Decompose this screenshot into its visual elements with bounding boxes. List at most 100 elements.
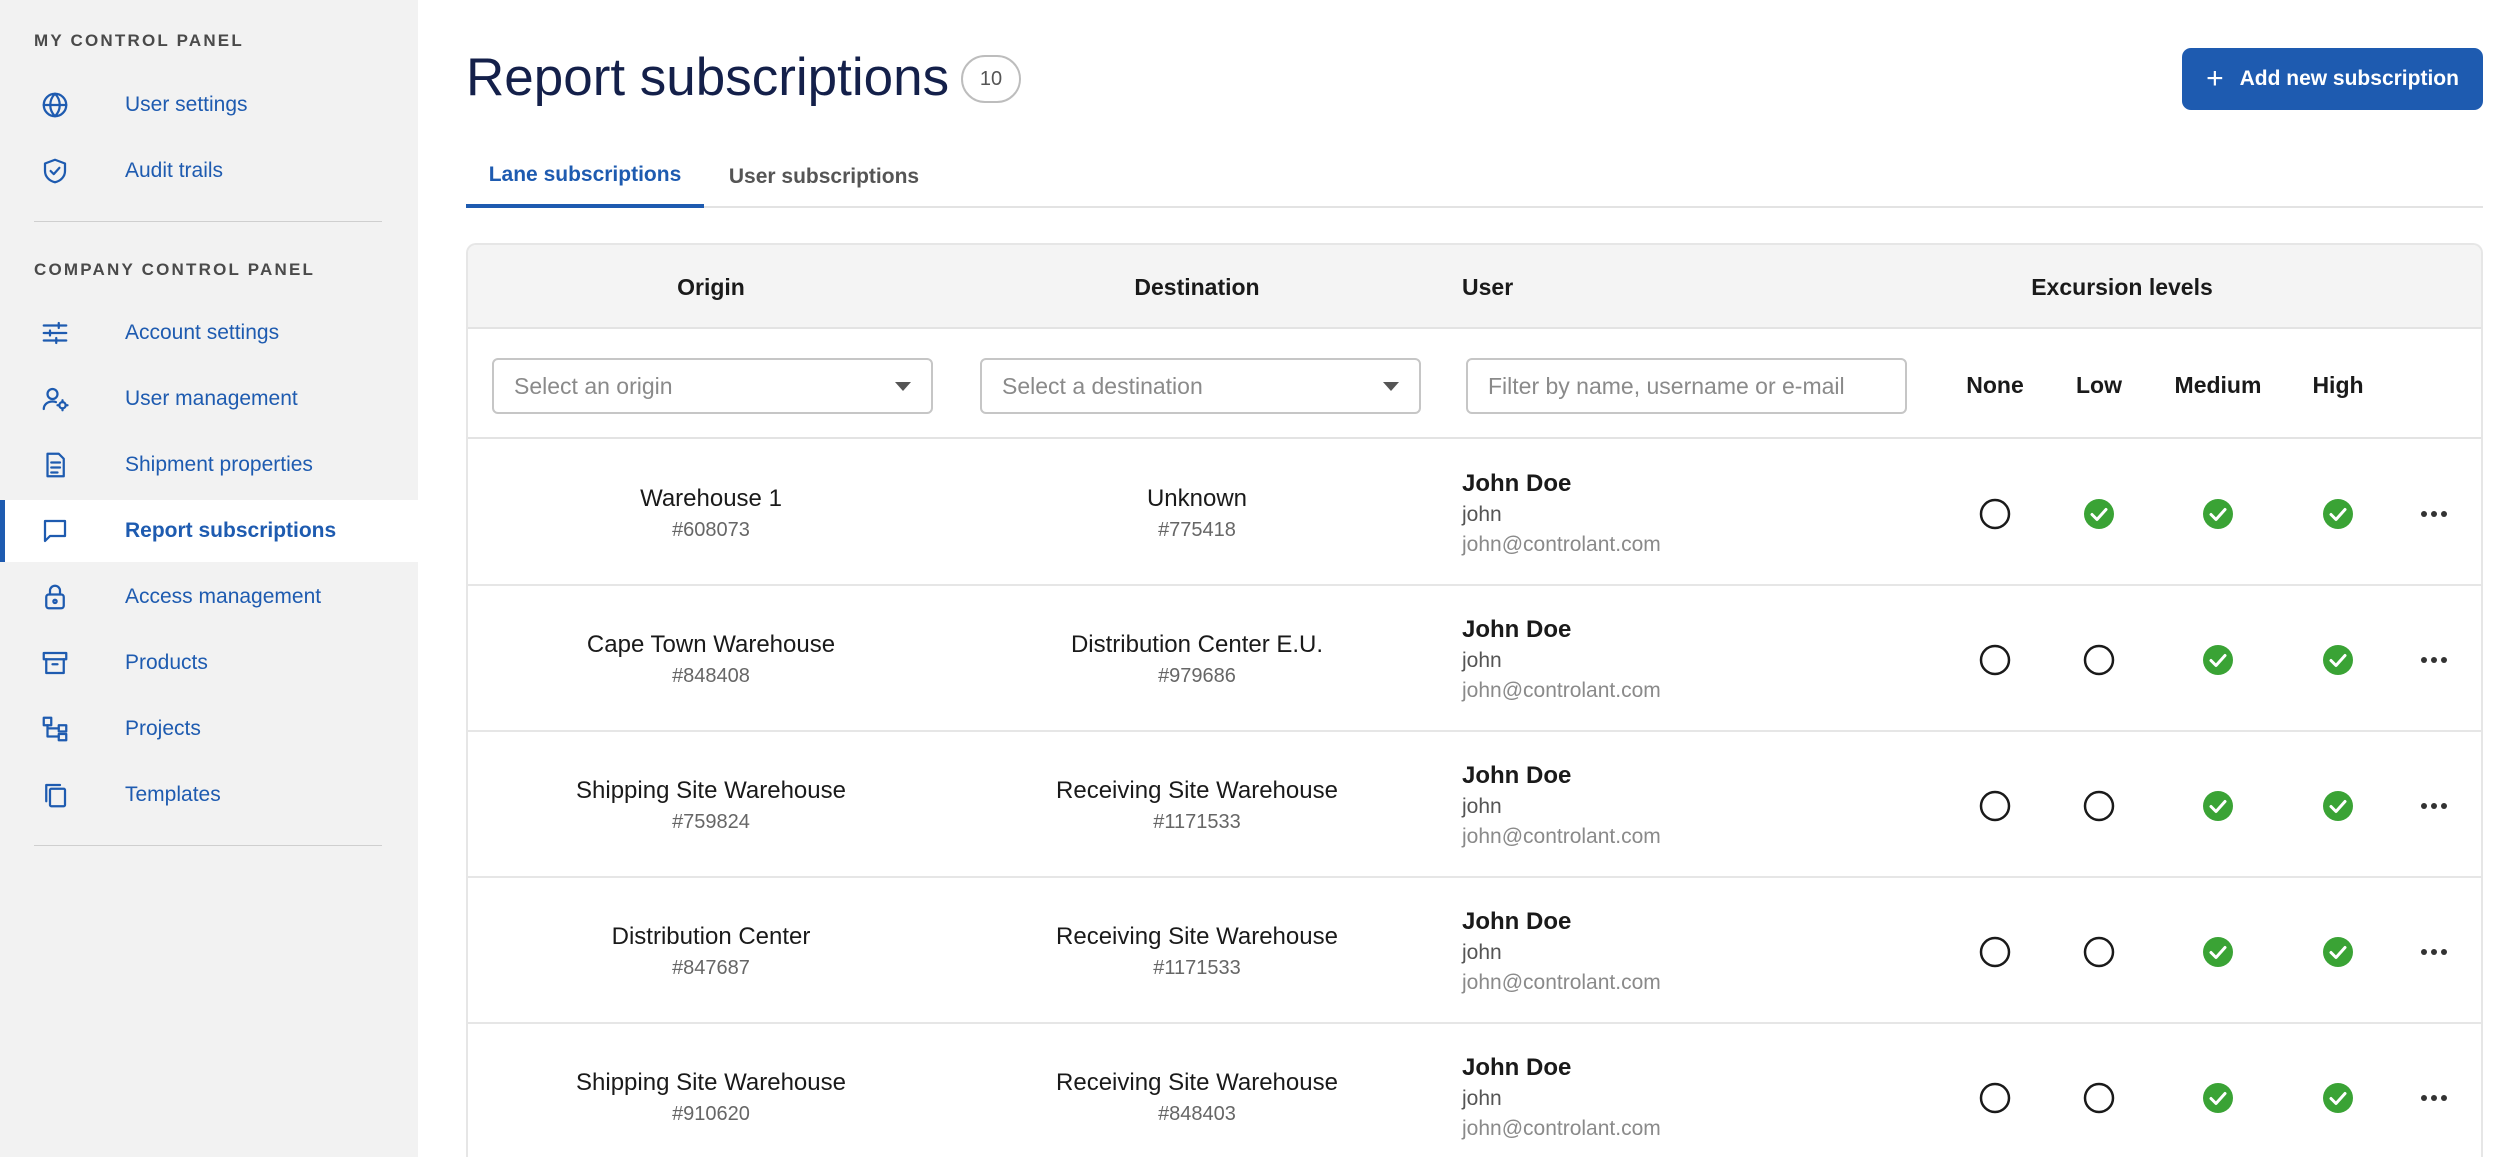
sidebar-item-report-subscriptions[interactable]: Report subscriptions: [0, 500, 418, 562]
archive-box-icon: [38, 646, 72, 680]
destination-select[interactable]: Select a destination: [980, 358, 1421, 414]
table-row: Shipping Site Warehouse #910620 Receiving …: [468, 1025, 2481, 1157]
origin-cell: Shipping Site Warehouse #910620: [468, 1025, 954, 1157]
empty-circle-icon[interactable]: [1978, 935, 2012, 969]
more-options-icon[interactable]: [2416, 499, 2452, 529]
section-title-my-control-panel: MY CONTROL PANEL: [34, 31, 244, 50]
sidebar-item-user-settings[interactable]: User settings: [0, 74, 418, 136]
user-email: john@controlant.com: [1462, 970, 1661, 994]
sliders-icon: [38, 316, 72, 350]
check-circle-icon[interactable]: [2321, 643, 2355, 677]
more-options-icon[interactable]: [2416, 645, 2452, 675]
section-title-company-control-panel: COMPANY CONTROL PANEL: [34, 260, 316, 279]
origin-cell: Shipping Site Warehouse #759824: [468, 733, 954, 878]
empty-circle-icon[interactable]: [1978, 643, 2012, 677]
table-row: Distribution Center #847687 Receiving Site…: [468, 879, 2481, 1024]
tab-bar: Lane subscriptions User subscriptions: [466, 146, 2483, 208]
more-options-icon[interactable]: [2416, 791, 2452, 821]
level-header-medium: Medium: [2174, 371, 2262, 398]
origin-id: #847687: [672, 957, 750, 979]
table-row: Shipping Site Warehouse #759824 Receiving …: [468, 733, 2481, 878]
user-name: John Doe: [1462, 1053, 1572, 1081]
destination-id: #1171533: [1153, 811, 1241, 833]
destination-cell: Unknown #775418: [954, 441, 1440, 586]
empty-circle-icon[interactable]: [2082, 1081, 2116, 1115]
empty-circle-icon[interactable]: [2082, 789, 2116, 823]
sidebar-item-products[interactable]: Products: [0, 632, 418, 694]
destination-cell: Receiving Site Warehouse #1171533: [954, 733, 1440, 878]
sidebar-item-label: User management: [125, 387, 298, 410]
lock-icon: [38, 580, 72, 614]
page-title: Report subscriptions: [466, 48, 950, 107]
tab-user-subscriptions[interactable]: User subscriptions: [704, 146, 944, 208]
tab-lane-subscriptions[interactable]: Lane subscriptions: [466, 146, 704, 208]
empty-circle-icon[interactable]: [1978, 789, 2012, 823]
check-circle-icon[interactable]: [2201, 1081, 2235, 1115]
empty-circle-icon[interactable]: [2082, 643, 2116, 677]
more-options-icon[interactable]: [2416, 937, 2452, 967]
origin-cell: Cape Town Warehouse #848408: [468, 587, 954, 732]
level-header-low: Low: [2076, 371, 2122, 398]
more-options-icon[interactable]: [2416, 1083, 2452, 1113]
user-filter-input[interactable]: Filter by name, username or e-mail: [1466, 358, 1907, 414]
origin-name: Distribution Center: [611, 923, 811, 950]
table-row: Cape Town Warehouse #848408 Distribution C…: [468, 587, 2481, 732]
sidebar-item-shipment-properties[interactable]: Shipment properties: [0, 434, 418, 496]
sidebar-item-access-management[interactable]: Access management: [0, 566, 418, 628]
table-row: Warehouse 1 #608073 Unknown #775418 John Doe…: [468, 441, 2481, 586]
user-email: john@controlant.com: [1462, 678, 1661, 702]
message-square-icon: [38, 514, 72, 548]
origin-id: #759824: [672, 811, 750, 833]
user-cell: John Doe john john@controlant.com: [1462, 441, 1661, 586]
add-subscription-label: Add new subscription: [2239, 67, 2459, 90]
shield-check-icon: [38, 154, 72, 188]
sidebar-item-templates[interactable]: Templates: [0, 764, 418, 826]
filter-row: Select an origin Select a destination Fi…: [468, 331, 2481, 439]
origin-name: Cape Town Warehouse: [586, 631, 836, 658]
check-circle-icon[interactable]: [2321, 935, 2355, 969]
check-circle-icon[interactable]: [2201, 497, 2235, 531]
sidebar-item-audit-trails[interactable]: Audit trails: [0, 140, 418, 202]
column-header-user: User: [1462, 273, 1514, 300]
destination-name: Receiving Site Warehouse: [1056, 777, 1338, 804]
level-header-none: None: [1966, 371, 2024, 398]
sidebar-divider: [34, 845, 382, 846]
hierarchy-icon: [38, 712, 72, 746]
check-circle-icon[interactable]: [2321, 789, 2355, 823]
check-circle-icon[interactable]: [2082, 497, 2116, 531]
sidebar-item-label: Account settings: [125, 321, 280, 344]
empty-circle-icon[interactable]: [2082, 935, 2116, 969]
user-name: John Doe: [1462, 761, 1572, 789]
sidebar-item-label: User settings: [125, 93, 248, 116]
empty-circle-icon[interactable]: [1978, 1081, 2012, 1115]
user-name: John Doe: [1462, 615, 1572, 643]
document-icon: [38, 448, 72, 482]
origin-select[interactable]: Select an origin: [492, 358, 933, 414]
user-email: john@controlant.com: [1462, 532, 1661, 556]
sidebar-item-account-settings[interactable]: Account settings: [0, 302, 418, 364]
destination-id: #848403: [1158, 1103, 1236, 1125]
user-login: john: [1462, 502, 1502, 526]
destination-cell: Receiving Site Warehouse #1171533: [954, 879, 1440, 1024]
sidebar-item-projects[interactable]: Projects: [0, 698, 418, 760]
check-circle-icon[interactable]: [2321, 497, 2355, 531]
empty-circle-icon[interactable]: [1978, 497, 2012, 531]
add-subscription-button[interactable]: + Add new subscription: [2182, 48, 2483, 110]
sidebar: MY CONTROL PANEL User settings Audit tra…: [0, 0, 418, 1157]
check-circle-icon[interactable]: [2201, 789, 2235, 823]
destination-id: #1171533: [1153, 957, 1241, 979]
user-email: john@controlant.com: [1462, 1116, 1661, 1140]
user-login: john: [1462, 648, 1502, 672]
sidebar-item-user-management[interactable]: User management: [0, 368, 418, 430]
user-name: John Doe: [1462, 469, 1572, 497]
destination-name: Unknown: [1146, 485, 1248, 512]
origin-name: Warehouse 1: [640, 485, 782, 512]
check-circle-icon[interactable]: [2201, 935, 2235, 969]
check-circle-icon[interactable]: [2321, 1081, 2355, 1115]
check-circle-icon[interactable]: [2201, 643, 2235, 677]
sidebar-item-label: Access management: [125, 585, 322, 608]
sidebar-item-label: Audit trails: [125, 159, 224, 182]
destination-cell: Distribution Center E.U. #979686: [954, 587, 1440, 732]
caret-down-icon: [895, 382, 911, 391]
destination-select-placeholder: Select a destination: [1002, 372, 1203, 399]
